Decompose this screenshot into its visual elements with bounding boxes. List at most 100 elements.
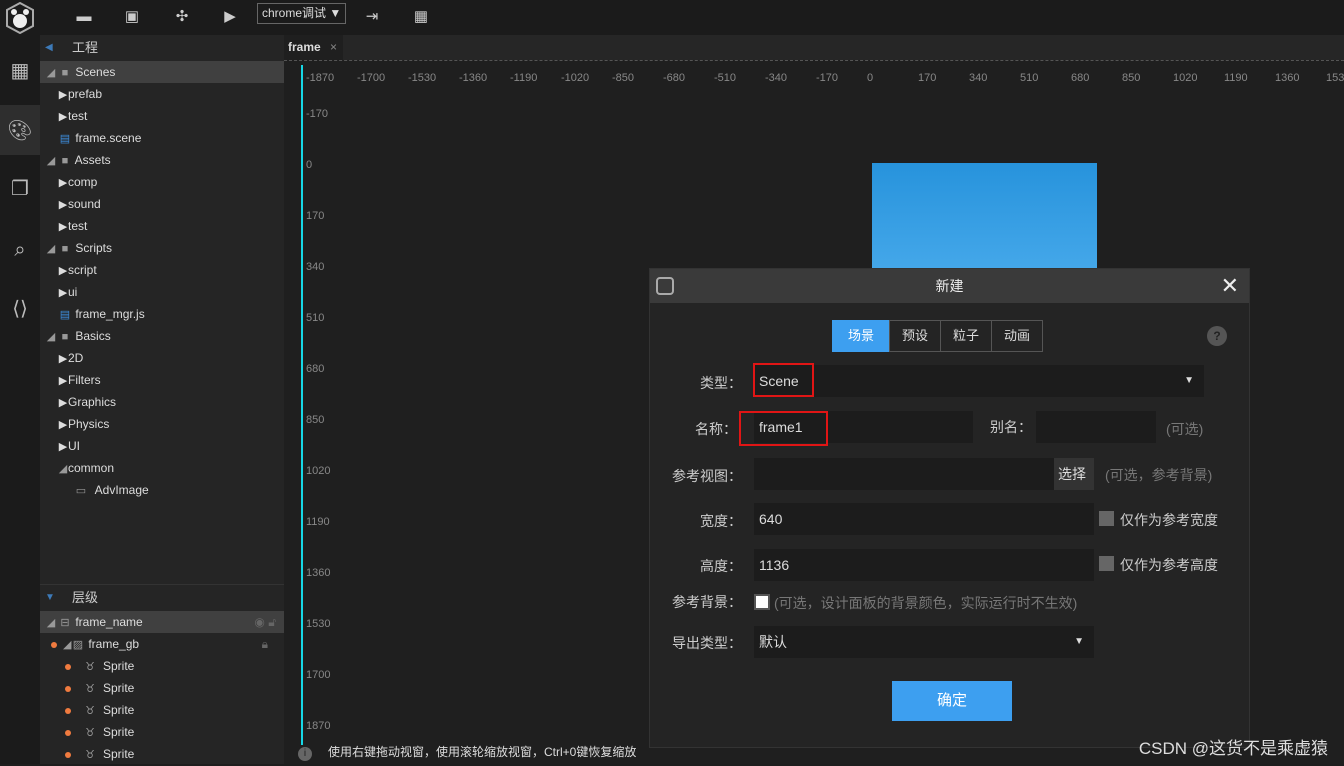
tree-item[interactable]: ▶Filters xyxy=(40,369,284,391)
tree-item-label: Basics xyxy=(75,329,111,343)
save-icon[interactable]: ▣ xyxy=(121,6,143,28)
tree-item[interactable]: ▶ui xyxy=(40,281,284,303)
chat-icon[interactable]: ❐ xyxy=(0,163,40,213)
collapsed-icon: ▶ xyxy=(58,199,68,211)
tree-item[interactable]: ▶Graphics xyxy=(40,391,284,413)
sprite-icon: ♉︎ xyxy=(85,705,95,717)
play-icon[interactable]: ▶ xyxy=(219,6,241,28)
ruler-label: 1360 xyxy=(1275,72,1300,84)
tree-item[interactable]: ▶test xyxy=(40,105,284,127)
bg-color-picker[interactable] xyxy=(754,594,770,610)
ruler-guide-line[interactable] xyxy=(301,65,303,745)
hierarchy-item[interactable]: ♉︎ Sprite xyxy=(40,721,284,743)
sprite-icon: ♉︎ xyxy=(85,727,95,739)
debug-target-select[interactable]: chrome调试 ▼ xyxy=(257,3,346,24)
hierarchy-item[interactable]: ♉︎ Sprite xyxy=(40,677,284,699)
export-icon[interactable]: ⇥ xyxy=(361,6,383,28)
ref-width-checkbox[interactable] xyxy=(1099,511,1114,526)
app-logo xyxy=(0,0,40,35)
collapsed-icon: ▶ xyxy=(58,265,68,277)
alias-input[interactable] xyxy=(1036,411,1156,443)
bg-hint: (可选，设计面板的背景颜色，实际运行时不生效) xyxy=(774,595,1078,611)
status-dot xyxy=(51,641,57,648)
code-icon[interactable]: ⟨⟩ xyxy=(0,283,40,333)
horizontal-ruler: -1870 -1700 -1530 -1360 -1190 -1020 -850 -680 -5… xyxy=(284,60,1344,90)
tree-item[interactable]: ▶sound xyxy=(40,193,284,215)
folder-icon: ■ xyxy=(61,155,69,167)
tree-item[interactable]: ◢common xyxy=(40,457,284,479)
ruler-label: 680 xyxy=(1071,72,1090,84)
dialog-tab[interactable]: 场景 xyxy=(832,320,890,352)
hierarchy-item[interactable]: ◢ ⊟ frame_name ◉ 🔓︎ xyxy=(40,611,284,633)
width-value: 640 xyxy=(759,511,783,527)
tree-item[interactable]: ◢ ■ Scenes xyxy=(40,61,284,83)
file-icon: ▤ xyxy=(59,309,71,321)
palette-icon[interactable]: 🎨︎ xyxy=(0,105,40,155)
tree-item[interactable]: ◢ ■ Assets xyxy=(40,149,284,171)
app-logo-icon xyxy=(656,277,674,295)
collapse-icon: ◀ xyxy=(45,42,53,53)
close-icon[interactable]: ✕ xyxy=(1221,269,1239,303)
tree-item[interactable]: ▤ frame.scene xyxy=(40,127,284,149)
search-icon[interactable]: ⌕ xyxy=(0,225,40,275)
width-input[interactable]: 640 xyxy=(754,503,1094,535)
help-icon[interactable]: ? xyxy=(1207,326,1227,346)
compile-icon[interactable]: ✣ xyxy=(171,6,193,28)
ruler-label: -170 xyxy=(306,108,329,120)
hierarchy-item[interactable]: ♉︎ Sprite xyxy=(40,743,284,765)
top-toolbar: ▬ ▣ ✣ ▶ chrome调试 ▼ ⇥ ▦ xyxy=(0,0,1344,35)
expanded-icon: ◢ xyxy=(46,617,56,629)
ruler-label: 1530 xyxy=(306,618,331,630)
choose-button[interactable]: 选择 xyxy=(1054,458,1094,490)
tree-item[interactable]: ◢ ■ Basics xyxy=(40,325,284,347)
hierarchy-item[interactable]: ♉︎ Sprite xyxy=(40,699,284,721)
ref-height-checkbox[interactable] xyxy=(1099,556,1114,571)
hierarchy-header[interactable]: ▼ 层级 xyxy=(40,585,284,611)
hierarchy-item-label: Sprite xyxy=(103,659,135,673)
tab-close-icon[interactable]: × xyxy=(330,40,337,54)
lock-icon[interactable]: 🔒︎ xyxy=(262,633,268,655)
ruler-label: 1360 xyxy=(306,567,331,579)
tree-item-label: Physics xyxy=(68,417,110,431)
height-input[interactable]: 1136 xyxy=(754,549,1094,581)
ruler-label: 1190 xyxy=(1224,72,1248,84)
ruler-label: 510 xyxy=(306,312,325,324)
open-folder-icon[interactable]: ▬ xyxy=(73,6,95,28)
tab-frame[interactable]: frame × xyxy=(284,35,344,60)
tree-item[interactable]: ▶script xyxy=(40,259,284,281)
type-select[interactable]: Scene ▼ xyxy=(754,365,1204,397)
tree-item[interactable]: ▶test xyxy=(40,215,284,237)
ruler-label: -170 xyxy=(816,72,839,84)
ruler-label: 170 xyxy=(306,210,325,222)
bg-label: 参考背景： xyxy=(672,594,742,610)
qr-code-icon[interactable]: ▦ xyxy=(410,6,432,28)
activity-bar: ▦ 🎨︎ ❐ ⌕ ⟨⟩ xyxy=(0,35,40,764)
confirm-button[interactable]: 确定 xyxy=(892,681,1012,721)
tree-item[interactable]: ▭ AdvImage xyxy=(40,479,284,501)
scene-preview[interactable] xyxy=(872,163,1097,273)
ref-view-input[interactable] xyxy=(754,458,1054,490)
tree-item[interactable]: ▶comp xyxy=(40,171,284,193)
dialog-tab[interactable]: 预设 xyxy=(889,320,941,352)
dialog-tab[interactable]: 动画 xyxy=(991,320,1043,352)
folder-icon: ■ xyxy=(61,67,69,79)
tree-item[interactable]: ▶UI xyxy=(40,435,284,457)
visibility-icon[interactable]: ◉ 🔓︎ xyxy=(254,611,276,633)
tree-item[interactable]: ▶2D xyxy=(40,347,284,369)
hierarchy-item-label: frame_gb xyxy=(88,637,140,651)
hierarchy-item-label: Sprite xyxy=(103,681,135,695)
tree-item[interactable]: ▶Physics xyxy=(40,413,284,435)
dialog-tab[interactable]: 粒子 xyxy=(940,320,992,352)
tree-item[interactable]: ▤ frame_mgr.js xyxy=(40,303,284,325)
tree-item-label: Scripts xyxy=(75,241,113,255)
tree-item-label: 2D xyxy=(68,351,84,365)
expanded-icon: ◢ xyxy=(46,243,56,255)
tree-item[interactable]: ◢ ■ Scripts xyxy=(40,237,284,259)
grid-icon[interactable]: ▦ xyxy=(0,45,40,95)
ruler-label: 340 xyxy=(969,72,988,84)
project-header[interactable]: ◀ 工程 xyxy=(40,35,284,61)
tree-item[interactable]: ▶prefab xyxy=(40,83,284,105)
export-type-select[interactable]: 默认 ▼ xyxy=(754,626,1094,658)
hierarchy-item[interactable]: ♉︎ Sprite xyxy=(40,655,284,677)
hierarchy-item[interactable]: ◢▨ frame_gb 🔒︎ xyxy=(40,633,284,655)
